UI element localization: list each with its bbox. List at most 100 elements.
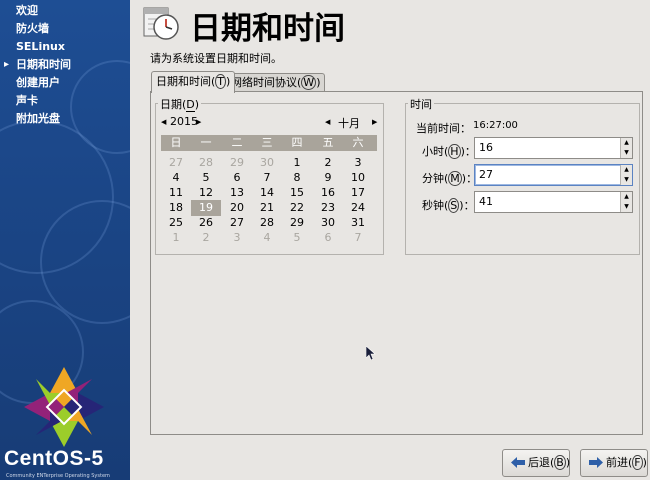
calendar-day[interactable]: 30 [313, 215, 343, 231]
arrow-left-icon [511, 457, 525, 468]
calendar-day[interactable]: 29 [282, 215, 312, 231]
hour-spinner-buttons[interactable]: ▲ ▼ [620, 138, 632, 158]
arrow-right-icon [589, 457, 603, 468]
calendar-day[interactable]: 14 [252, 185, 282, 201]
month-label: 十月 [338, 117, 360, 130]
calendar-day[interactable]: 7 [252, 170, 282, 186]
mouse-cursor-icon [366, 346, 376, 360]
spin-down-icon[interactable]: ▼ [621, 202, 632, 212]
tab-date-time-accel: T [215, 74, 227, 89]
calendar-day[interactable]: 11 [161, 185, 191, 201]
next-button-label: 前进 [606, 456, 628, 469]
calendar-day[interactable]: 13 [222, 185, 252, 201]
second-label: 秒钟(S)： [422, 198, 475, 213]
calendar-day[interactable]: 20 [222, 200, 252, 216]
hour-label: 小时(H)： [422, 144, 476, 159]
calendar-day[interactable]: 31 [343, 215, 373, 231]
year-label: 2015 [170, 115, 198, 128]
page-subtitle: 请为系统设置日期和时间。 [150, 52, 282, 65]
spin-down-icon[interactable]: ▼ [621, 148, 632, 158]
calendar-day[interactable]: 3 [343, 155, 373, 171]
minute-spinner[interactable]: 27 ▲ ▼ [474, 164, 633, 186]
current-time-label: 当前时间： [416, 122, 471, 135]
calendar-day[interactable]: 27 [161, 155, 191, 171]
weekday-fri: 五 [322, 136, 334, 149]
calendar-day[interactable]: 28 [191, 155, 221, 171]
weekday-sun: 日 [170, 136, 182, 149]
centos-logo-subtext: Community ENTerprise Operating System [6, 473, 110, 479]
spin-up-icon[interactable]: ▲ [621, 138, 632, 148]
tab-date-time-label: 日期和时间 [156, 75, 211, 88]
calendar-day[interactable]: 17 [343, 185, 373, 201]
hour-spinner[interactable]: 16 ▲ ▼ [474, 137, 633, 159]
calendar-day[interactable]: 25 [161, 215, 191, 231]
centos-logo-text: CentOS-5 [4, 447, 104, 470]
month-next-arrow[interactable]: ▶ [372, 118, 377, 126]
sidebar-item-selinux: SELinux [16, 40, 65, 53]
weekday-thu: 四 [291, 136, 303, 149]
tab-network-time-protocol[interactable]: 网络时间协议(W) [226, 73, 326, 92]
calendar-day[interactable]: 30 [252, 155, 282, 171]
month-prev-arrow[interactable]: ◀ [325, 118, 330, 126]
calendar-day[interactable]: 27 [222, 215, 252, 231]
calendar-day[interactable]: 9 [313, 170, 343, 186]
year-next-arrow[interactable]: ▶ [196, 118, 201, 126]
calendar-day[interactable]: 29 [222, 155, 252, 171]
spin-down-icon[interactable]: ▼ [621, 175, 632, 185]
page-title: 日期和时间 [190, 11, 345, 47]
calendar-day[interactable]: 12 [191, 185, 221, 201]
sidebar-item-sound-card: 声卡 [16, 94, 38, 107]
spin-up-icon[interactable]: ▲ [621, 192, 632, 202]
calendar-day[interactable]: 18 [161, 200, 191, 216]
calendar-day[interactable]: 22 [282, 200, 312, 216]
calendar-day[interactable]: 1 [161, 230, 191, 246]
time-legend: 时间 [408, 96, 434, 112]
calendar-day[interactable]: 3 [222, 230, 252, 246]
spin-up-icon[interactable]: ▲ [621, 165, 632, 175]
current-time-value: 16:27:00 [473, 120, 518, 131]
calendar-day[interactable]: 6 [313, 230, 343, 246]
minute-spinner-buttons[interactable]: ▲ ▼ [620, 165, 632, 185]
sidebar-item-create-user: 创建用户 [16, 76, 60, 89]
clock-calendar-icon [143, 7, 179, 40]
second-spinner-buttons[interactable]: ▲ ▼ [620, 192, 632, 212]
back-button[interactable]: 后退(B) [502, 449, 570, 477]
calendar-day[interactable]: 1 [282, 155, 312, 171]
calendar-day[interactable]: 16 [313, 185, 343, 201]
calendar-day[interactable]: 8 [282, 170, 312, 186]
tab-ntp-accel: W [301, 75, 317, 90]
calendar-day[interactable]: 10 [343, 170, 373, 186]
calendar-day[interactable]: 5 [282, 230, 312, 246]
calendar-day[interactable]: 5 [191, 170, 221, 186]
year-prev-arrow[interactable]: ◀ [161, 118, 166, 126]
calendar-day[interactable]: 4 [161, 170, 191, 186]
calendar-day[interactable]: 2 [191, 230, 221, 246]
second-spinner[interactable]: 41 ▲ ▼ [474, 191, 633, 213]
calendar-weekday-header: 日 一 二 三 四 五 六 [161, 135, 377, 151]
calendar-day[interactable]: 4 [252, 230, 282, 246]
calendar-day[interactable]: 7 [343, 230, 373, 246]
calendar-day[interactable]: 24 [343, 200, 373, 216]
calendar-day[interactable]: 21 [252, 200, 282, 216]
tab-date-time[interactable]: 日期和时间(T) [151, 71, 236, 93]
hour-value: 16 [479, 141, 493, 154]
next-button[interactable]: 前进(F) [580, 449, 648, 477]
calendar-day[interactable]: 15 [282, 185, 312, 201]
date-legend: 日期(D) [158, 96, 202, 112]
tab-ntp-label: 网络时间协议 [231, 76, 297, 89]
calendar-day[interactable]: 28 [252, 215, 282, 231]
sidebar-item-firewall: 防火墙 [16, 22, 49, 35]
weekday-wed: 三 [261, 136, 273, 149]
calendar-day[interactable]: 6 [222, 170, 252, 186]
weekday-sat: 六 [352, 136, 364, 149]
second-value: 41 [479, 195, 493, 208]
calendar-day[interactable]: 23 [313, 200, 343, 216]
calendar-day[interactable]: 2 [313, 155, 343, 171]
back-button-label: 后退 [528, 456, 550, 469]
calendar-day[interactable]: 26 [191, 215, 221, 231]
minute-label: 分钟(M)： [422, 171, 478, 186]
sidebar-item-additional-cds: 附加光盘 [16, 112, 60, 125]
calendar-day[interactable]: 19 [191, 200, 221, 216]
minute-value: 27 [479, 168, 493, 181]
sidebar-steps: 欢迎 防火墙 SELinux 日期和时间 创建用户 声卡 附加光盘 [0, 2, 130, 128]
